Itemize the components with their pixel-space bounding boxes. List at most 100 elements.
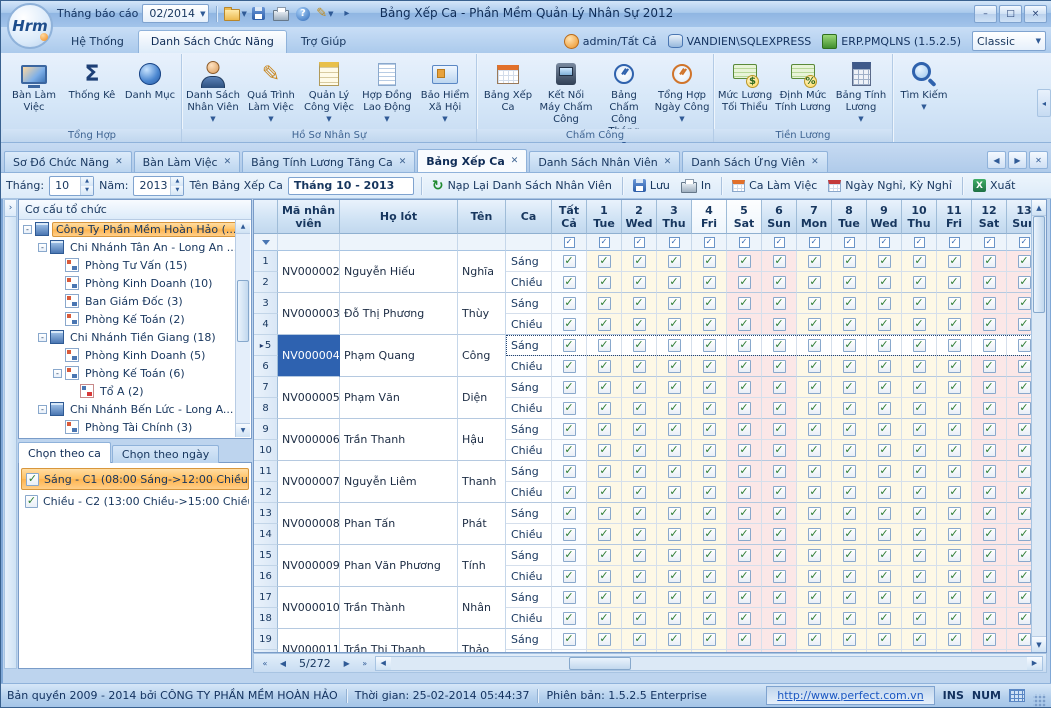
filter-cell-day-10[interactable] — [902, 234, 937, 251]
day-checkbox[interactable] — [598, 465, 611, 478]
theme-selector[interactable]: Classic▼ — [972, 31, 1046, 51]
employee-firstname-cell[interactable]: Hậu — [458, 419, 506, 461]
day-checkbox[interactable] — [738, 549, 751, 562]
scroll-left-icon[interactable]: ◀ — [376, 657, 391, 670]
schedule-name-input[interactable]: Tháng 10 - 2013 — [288, 177, 414, 195]
day-checkbox[interactable] — [913, 339, 926, 352]
day-checkbox[interactable] — [913, 591, 926, 604]
day-checkbox[interactable] — [1018, 381, 1031, 394]
day-checkbox[interactable] — [843, 444, 856, 457]
day-checkbox[interactable] — [738, 381, 751, 394]
day-checkbox[interactable] — [738, 507, 751, 520]
day-checkbox[interactable] — [633, 465, 646, 478]
employee-id-cell[interactable]: NV000002 — [278, 251, 340, 293]
employee-lastname-cell[interactable]: Phạm Quang — [340, 335, 458, 377]
shift-checkbox[interactable] — [25, 495, 38, 508]
filter-checkbox-icon[interactable] — [774, 237, 785, 248]
all-days-checkbox[interactable] — [563, 633, 576, 646]
shift-name-cell[interactable]: Sáng — [506, 251, 552, 272]
day-checkbox[interactable] — [668, 633, 681, 646]
day-checkbox[interactable] — [773, 486, 786, 499]
ribbon-button-dinh-muc-tinh-luong[interactable]: Định Mức Tính Lương — [774, 56, 832, 114]
collapsed-nav-strip[interactable]: › — [4, 199, 17, 669]
day-checkbox[interactable] — [738, 297, 751, 310]
row-indicator[interactable]: 16 — [254, 566, 278, 587]
day-checkbox[interactable] — [948, 255, 961, 268]
day-checkbox[interactable] — [598, 381, 611, 394]
day-checkbox[interactable] — [983, 570, 996, 583]
day-checkbox[interactable] — [913, 444, 926, 457]
day-checkbox[interactable] — [983, 276, 996, 289]
day-checkbox[interactable] — [703, 633, 716, 646]
day-checkbox[interactable] — [983, 633, 996, 646]
day-checkbox[interactable] — [808, 276, 821, 289]
filter-checkbox-icon[interactable] — [984, 237, 995, 248]
day-checkbox[interactable] — [633, 360, 646, 373]
day-checkbox[interactable] — [633, 318, 646, 331]
day-checkbox[interactable] — [703, 486, 716, 499]
row-indicator[interactable]: 11 — [254, 461, 278, 482]
ribbon-button-qua-trinh-lam-viec[interactable]: Quá Trình Làm Việc▼ — [242, 56, 300, 123]
ribbon-button-ban-lam-viec[interactable]: Bàn Làm Việc — [5, 56, 63, 114]
day-checkbox[interactable] — [808, 528, 821, 541]
doc-tab-danh-sach-nhan-vien[interactable]: Danh Sách Nhân Viên✕ — [529, 151, 680, 172]
column-header-day-11[interactable]: 11Fri — [937, 200, 972, 234]
day-checkbox[interactable] — [668, 507, 681, 520]
all-days-checkbox[interactable] — [563, 360, 576, 373]
report-month-combo[interactable]: 02/2014 ▼ — [142, 4, 209, 23]
day-checkbox[interactable] — [843, 486, 856, 499]
day-checkbox[interactable] — [983, 381, 996, 394]
doc-tab-bang-xep-ca[interactable]: Bảng Xếp Ca✕ — [417, 149, 527, 172]
close-tab-icon[interactable]: ✕ — [399, 157, 407, 167]
day-checkbox[interactable] — [913, 528, 926, 541]
employee-id-cell[interactable]: NV000008 — [278, 503, 340, 545]
scroll-right-icon[interactable]: ▶ — [1027, 657, 1042, 670]
day-checkbox[interactable] — [598, 633, 611, 646]
employee-firstname-cell[interactable]: Phát — [458, 503, 506, 545]
filter-checkbox-icon[interactable] — [564, 237, 575, 248]
day-checkbox[interactable] — [1018, 528, 1031, 541]
tab-scroll-right-button[interactable]: ▶ — [1008, 151, 1027, 169]
day-checkbox[interactable] — [948, 276, 961, 289]
tab-chon-theo-ca[interactable]: Chọn theo ca — [18, 442, 111, 463]
day-checkbox[interactable] — [843, 549, 856, 562]
employee-firstname-cell[interactable]: Nghĩa — [458, 251, 506, 293]
day-checkbox[interactable] — [808, 255, 821, 268]
doc-tab-bang-tinh-luong-tang-ca[interactable]: Bảng Tính Lương Tăng Ca✕ — [242, 151, 415, 172]
day-checkbox[interactable] — [878, 549, 891, 562]
column-header-day-7[interactable]: 7Mon — [797, 200, 832, 234]
toolbar-button-xuat[interactable]: Xuất — [970, 177, 1019, 194]
day-checkbox[interactable] — [598, 528, 611, 541]
shift-name-cell[interactable]: Chiều — [506, 566, 552, 587]
tree-scrollbar[interactable]: ▲ ▼ — [235, 220, 250, 437]
column-header-ca[interactable]: Ca — [506, 200, 552, 234]
row-indicator[interactable]: 9 — [254, 419, 278, 440]
day-checkbox[interactable] — [738, 591, 751, 604]
all-days-checkbox[interactable] — [563, 549, 576, 562]
day-checkbox[interactable] — [913, 549, 926, 562]
employee-id-cell[interactable]: NV000007 — [278, 461, 340, 503]
day-checkbox[interactable] — [633, 381, 646, 394]
tree-expander-icon[interactable]: - — [38, 243, 47, 252]
tree-node-chi-nhanh-tien-giang-18[interactable]: -Chi Nhánh Tiền Giang (18) — [20, 328, 235, 346]
filter-cell-day-9[interactable] — [867, 234, 902, 251]
shift-name-cell[interactable]: Sáng — [506, 545, 552, 566]
scroll-down-icon[interactable]: ▼ — [236, 423, 250, 437]
day-checkbox[interactable] — [1018, 465, 1031, 478]
day-checkbox[interactable] — [808, 486, 821, 499]
day-checkbox[interactable] — [878, 465, 891, 478]
previous-page-button[interactable]: ◀ — [275, 656, 291, 670]
row-indicator[interactable]: 17 — [254, 587, 278, 608]
tree-expander-icon[interactable]: - — [53, 369, 62, 378]
day-checkbox[interactable] — [843, 423, 856, 436]
day-checkbox[interactable] — [738, 612, 751, 625]
ribbon-button-danh-muc[interactable]: Danh Mục — [121, 56, 179, 102]
shift-name-cell[interactable]: Chiều — [506, 356, 552, 377]
day-checkbox[interactable] — [598, 591, 611, 604]
filter-cell-day-1[interactable] — [587, 234, 622, 251]
day-checkbox[interactable] — [633, 633, 646, 646]
employee-lastname-cell[interactable]: Nguyễn Liêm — [340, 461, 458, 503]
save-button[interactable] — [249, 4, 269, 23]
ribbon-scroll-button[interactable]: ◂ — [1037, 89, 1051, 117]
day-checkbox[interactable] — [878, 402, 891, 415]
